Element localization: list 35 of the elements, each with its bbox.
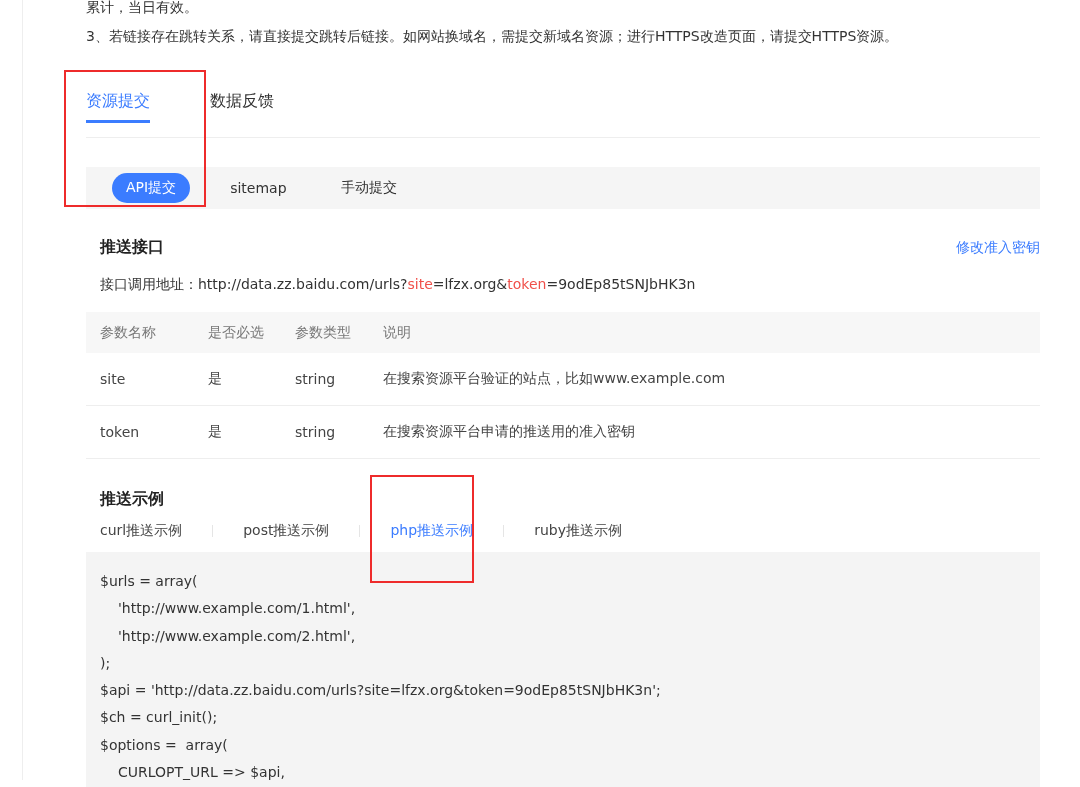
table-cell: 是 <box>194 405 281 459</box>
column-header: 是否必选 <box>194 312 281 353</box>
section-title: 推送示例 <box>100 489 164 510</box>
code-line: ); <box>100 653 112 673</box>
table-cell: 在搜索资源平台申请的推送用的准入密钥 <box>369 405 1040 459</box>
column-header: 参数类型 <box>281 312 369 353</box>
notice-text: 3、若链接存在跳转关系，请直接提交跳转后链接。如网站换域名，需提交新域名资源；进行HTTPS改造页面，请提交HTTPS资源。 <box>86 27 900 46</box>
edit-key-link[interactable]: 修改准入密钥 <box>956 238 1040 257</box>
code-line: $options = array( <box>100 735 229 755</box>
notice-text: 累计，当日有效。 <box>86 0 199 17</box>
example-tab[interactable]: curl推送示例 <box>100 522 183 538</box>
code-line: 'http://www.example.com/1.html', <box>117 599 357 619</box>
code-line: $ch = curl_init(); <box>100 708 219 728</box>
subtab[interactable]: API提交 <box>112 173 191 203</box>
table-cell: 在搜索资源平台验证的站点，比如www.example.com <box>369 353 1040 406</box>
code-line: CURLOPT_URL => $api, <box>117 763 286 783</box>
api-address: 接口调用地址：http://data.zz.baidu.com/urls?site=lfzx.org&token=9odEp85tSNJbHK3n <box>100 276 697 294</box>
subtab[interactable]: sitemap <box>216 174 301 202</box>
subtab[interactable]: 手动提交 <box>326 173 411 203</box>
code-line: 'http://www.example.com/2.html', <box>117 626 357 646</box>
tab[interactable]: 资源提交 <box>86 91 210 137</box>
code-line: $api = 'http://data.zz.baidu.com/urls?site=lfzx.org&token=9odEp85tSNJbHK3n'; <box>100 681 662 701</box>
table-cell: site <box>86 353 194 406</box>
column-header: 说明 <box>369 312 1040 353</box>
table-cell: 是 <box>194 353 281 406</box>
code-line: $urls = array( <box>100 572 199 591</box>
table-cell: token <box>86 405 194 459</box>
table-cell: string <box>281 353 369 406</box>
tab[interactable]: 数据反馈 <box>210 91 334 137</box>
example-tab[interactable]: post推送示例 <box>243 522 330 538</box>
table-cell: string <box>281 405 369 459</box>
example-tab[interactable]: ruby推送示例 <box>534 522 622 538</box>
column-header: 参数名称 <box>86 312 194 353</box>
example-tab[interactable]: php推送示例 <box>390 522 474 538</box>
section-title: 推送接口 <box>100 237 164 258</box>
